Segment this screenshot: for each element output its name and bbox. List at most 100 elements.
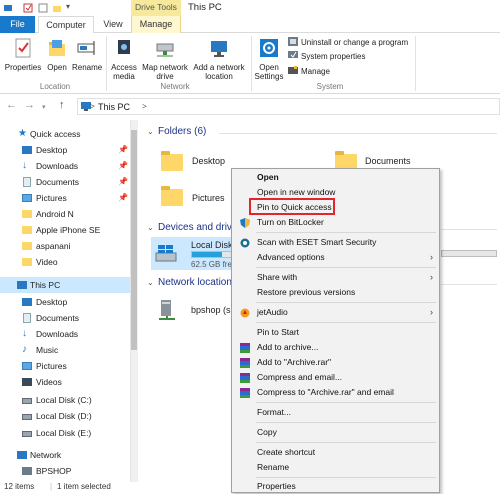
properties-qat-icon[interactable] — [23, 3, 33, 13]
map-network-drive-button[interactable]: Map network drive — [141, 37, 189, 81]
nav-item-label: BPSHOP — [36, 466, 72, 476]
manage-button[interactable]: Manage — [288, 66, 330, 78]
menu-item-pin-to-start[interactable]: Pin to Start — [232, 325, 439, 340]
devices-heading[interactable]: Devices and driv — [158, 222, 232, 233]
nav-quick-access-label: Quick access — [30, 129, 81, 139]
menu-item-properties[interactable]: Properties — [232, 479, 439, 494]
open-button[interactable]: Open — [44, 37, 70, 72]
properties-button[interactable]: Properties — [4, 37, 42, 72]
nav-pc-music[interactable]: ♪ Music — [0, 342, 130, 358]
status-selected: 1 item selected — [57, 482, 111, 491]
nav-item-downloads[interactable]: ↓ Downloads 📌 — [0, 158, 130, 174]
menu-separator — [256, 302, 436, 303]
tab-file[interactable]: File — [0, 16, 35, 33]
nav-item-aspanani[interactable]: aspanani — [0, 238, 130, 254]
menu-item-advanced-options[interactable]: Advanced options › — [232, 250, 439, 265]
menu-item-scan-eset[interactable]: Scan with ESET Smart Security — [232, 235, 439, 250]
menu-item-compress-rar-email[interactable]: Compress to "Archive.rar" and email — [232, 385, 439, 400]
access-media-button[interactable]: Access media — [109, 37, 139, 81]
menu-item-open[interactable]: Open — [232, 170, 439, 185]
nav-pc-local-disk-e[interactable]: Local Disk (E:) — [0, 425, 130, 441]
pin-icon[interactable]: 📌 — [118, 158, 128, 174]
nav-item-video[interactable]: Video — [0, 254, 130, 270]
folder-qat-icon[interactable] — [52, 3, 62, 13]
menu-item-restore-previous[interactable]: Restore previous versions — [232, 285, 439, 300]
pin-icon[interactable]: 📌 — [118, 142, 128, 158]
drive-tools-context-tab: Drive Tools — [131, 0, 181, 16]
menu-item-rename[interactable]: Rename — [232, 460, 439, 475]
rename-button[interactable]: Rename — [72, 37, 102, 72]
folder-desktop[interactable]: Desktop — [161, 148, 241, 178]
nav-item-documents[interactable]: Documents 📌 — [0, 174, 130, 190]
nav-pc-local-disk-d[interactable]: Local Disk (D:) — [0, 408, 130, 424]
forward-arrow-icon[interactable]: → — [24, 100, 35, 111]
nav-scrollbar-thumb[interactable] — [131, 130, 137, 350]
nav-network-label: Network — [30, 450, 62, 460]
pictures-icon — [22, 362, 32, 370]
open-settings-label: Open Settings — [254, 63, 284, 81]
address-field[interactable]: > This PC > — [77, 98, 500, 115]
up-arrow-icon[interactable]: ↑ — [59, 100, 65, 111]
nav-item-android-n[interactable]: Android N — [0, 206, 130, 222]
breadcrumb-separator[interactable]: > — [142, 102, 147, 111]
network-locations-heading[interactable]: Network location — [158, 277, 232, 288]
menu-item-create-shortcut[interactable]: Create shortcut — [232, 445, 439, 460]
system-properties-button[interactable]: System properties — [288, 51, 365, 63]
folder-pictures[interactable]: Pictures — [161, 183, 241, 213]
new-folder-qat-icon[interactable] — [38, 3, 48, 13]
folder-label: Documents — [365, 156, 411, 166]
nav-item-label: Documents — [36, 313, 79, 323]
nav-quick-access[interactable]: ★ Quick access — [0, 126, 130, 142]
folder-icon — [22, 210, 32, 218]
menu-item-compress-email[interactable]: Compress and email... — [232, 370, 439, 385]
menu-item-label: Advanced options — [257, 252, 325, 262]
drive-icon — [22, 398, 32, 404]
pin-icon[interactable]: 📌 — [118, 174, 128, 190]
winrar-icon — [240, 358, 250, 368]
menu-item-add-to-archive-rar[interactable]: Add to "Archive.rar" — [232, 355, 439, 370]
menu-item-format[interactable]: Format... — [232, 405, 439, 420]
uninstall-label: Uninstall or change a program — [301, 38, 409, 47]
menu-item-jetaudio[interactable]: jetAudio › — [232, 305, 439, 320]
collapse-chevron-icon[interactable]: ⌄ — [147, 278, 154, 287]
nav-item-desktop[interactable]: Desktop 📌 — [0, 142, 130, 158]
breadcrumb-this-pc[interactable]: This PC — [98, 102, 130, 112]
menu-item-turn-on-bitlocker[interactable]: Turn on BitLocker — [232, 215, 439, 230]
collapse-chevron-icon[interactable]: ⌄ — [147, 223, 154, 232]
menu-item-label: Compress and email... — [257, 372, 343, 382]
document-icon — [23, 177, 31, 187]
menu-item-label: Compress to "Archive.rar" and email — [257, 387, 394, 397]
add-network-location-button[interactable]: Add a network location — [191, 37, 247, 81]
nav-item-label: Videos — [36, 377, 62, 387]
nav-item-pictures[interactable]: Pictures 📌 — [0, 190, 130, 206]
menu-item-add-to-archive[interactable]: Add to archive... — [232, 340, 439, 355]
collapse-chevron-icon[interactable]: ⌄ — [147, 127, 154, 136]
nav-pc-videos[interactable]: Videos — [0, 374, 130, 390]
winrar-icon — [240, 388, 250, 398]
nav-network[interactable]: Network — [0, 447, 130, 463]
tab-view[interactable]: View — [96, 16, 130, 33]
nav-item-apple-iphone-se[interactable]: Apple iPhone SE — [0, 222, 130, 238]
folders-heading[interactable]: Folders (6) — [158, 126, 206, 137]
videos-icon — [22, 378, 32, 386]
menu-item-share-with[interactable]: Share with › — [232, 270, 439, 285]
nav-pc-downloads[interactable]: ↓ Downloads — [0, 326, 130, 342]
folder-label: Pictures — [192, 193, 225, 203]
nav-pc-local-disk-c[interactable]: Local Disk (C:) — [0, 392, 130, 408]
open-settings-button[interactable]: Open Settings — [253, 37, 285, 81]
nav-network-bpshop[interactable]: BPSHOP — [0, 463, 130, 479]
pin-icon[interactable]: 📌 — [118, 190, 128, 206]
nav-pc-desktop[interactable]: Desktop — [0, 294, 130, 310]
breadcrumb-separator: > — [90, 102, 95, 111]
recent-dropdown-icon[interactable]: ▾ — [42, 102, 46, 113]
tab-manage[interactable]: Manage — [131, 16, 181, 33]
uninstall-program-button[interactable]: Uninstall or change a program — [288, 37, 408, 49]
back-arrow-icon[interactable]: ← — [6, 100, 17, 111]
nav-pc-documents[interactable]: Documents — [0, 310, 130, 326]
menu-item-label: Turn on BitLocker — [257, 217, 324, 227]
tab-computer[interactable]: Computer — [38, 16, 94, 34]
nav-this-pc[interactable]: This PC — [0, 277, 130, 293]
nav-pc-pictures[interactable]: Pictures — [0, 358, 130, 374]
menu-item-copy[interactable]: Copy — [232, 425, 439, 440]
qat-dropdown-icon[interactable]: ▾ — [66, 2, 70, 11]
